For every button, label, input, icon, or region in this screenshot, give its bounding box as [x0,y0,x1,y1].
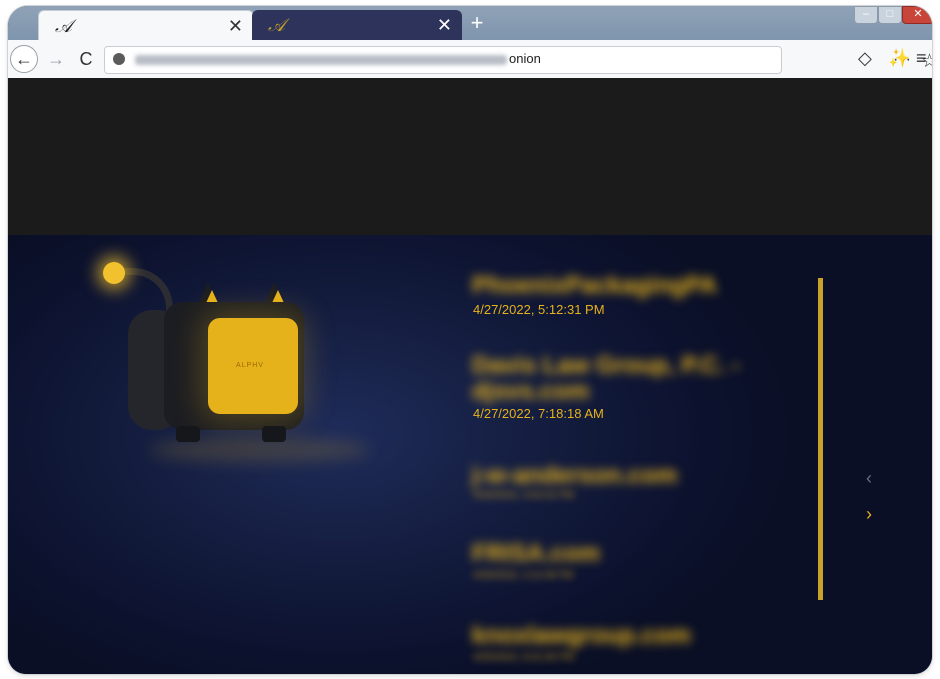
tab-favicon-icon: 𝒜 [55,16,73,37]
device-foot [262,426,286,442]
device-label: ALPHV [236,362,264,369]
tab-strip: 𝒜 ✕ 𝒜 ✕ + – □ ✕ [8,6,932,41]
url-suffix: onion [509,51,541,66]
window-close-button[interactable]: ✕ [902,6,932,24]
entry-title[interactable]: PhoenixPackagingPA [472,272,717,300]
tab-close-icon[interactable]: ✕ [437,15,452,36]
entry-title[interactable]: j-w-anderson.com [472,462,677,490]
tab-active[interactable]: 𝒜 ✕ [38,10,254,41]
entry-title[interactable]: Davis Law Group, P.C. - [472,352,740,380]
lamp-icon [103,262,125,284]
address-bar[interactable]: onion ··· ☆ [104,46,932,74]
tab-inactive[interactable]: 𝒜 ✕ [252,10,462,40]
entry-date: 4/26/2022, 3:04:42 PM [473,490,575,501]
maximize-button[interactable]: □ [878,6,902,24]
entry-date: 4/25/2022, 8:31:55 PM [473,652,575,663]
entry-date: 4/26/2022, 2:11:08 PM [473,570,574,581]
close-icon: ✕ [913,8,923,20]
page-header-area [8,78,932,235]
minimize-button[interactable]: – [854,6,878,24]
reload-button[interactable]: C [72,45,100,73]
prev-page-icon[interactable]: ‹ [866,468,872,489]
magic-wand-icon[interactable]: ✨ [888,48,910,69]
new-tab-button[interactable]: + [466,10,488,36]
url-redacted [135,55,507,65]
entry-date: 4/27/2022, 7:18:18 AM [473,406,604,421]
next-page-icon[interactable]: › [866,504,872,525]
device-foot [176,426,200,442]
back-button[interactable]: ← [10,45,38,73]
minimize-icon: – [862,8,870,20]
maximize-icon: □ [886,8,894,20]
navigation-toolbar: ← → C onion ··· ☆ ◇ ✨ ≡ [8,40,932,79]
entry-date: 4/27/2022, 5:12:31 PM [473,302,605,317]
site-info-icon[interactable] [113,53,125,65]
entry-title[interactable]: knoxlawgroup.com [472,622,691,650]
tab-favicon-icon: 𝒜 [268,15,286,36]
forward-button[interactable]: → [42,45,70,73]
list-divider [818,278,823,600]
menu-icon[interactable]: ≡ [916,48,927,69]
entry-title[interactable]: FRISA.com [472,540,600,568]
entry-title-line2[interactable]: djsvs.com [472,378,589,406]
shield-icon[interactable]: ◇ [858,48,872,69]
tab-close-icon[interactable]: ✕ [228,16,243,37]
